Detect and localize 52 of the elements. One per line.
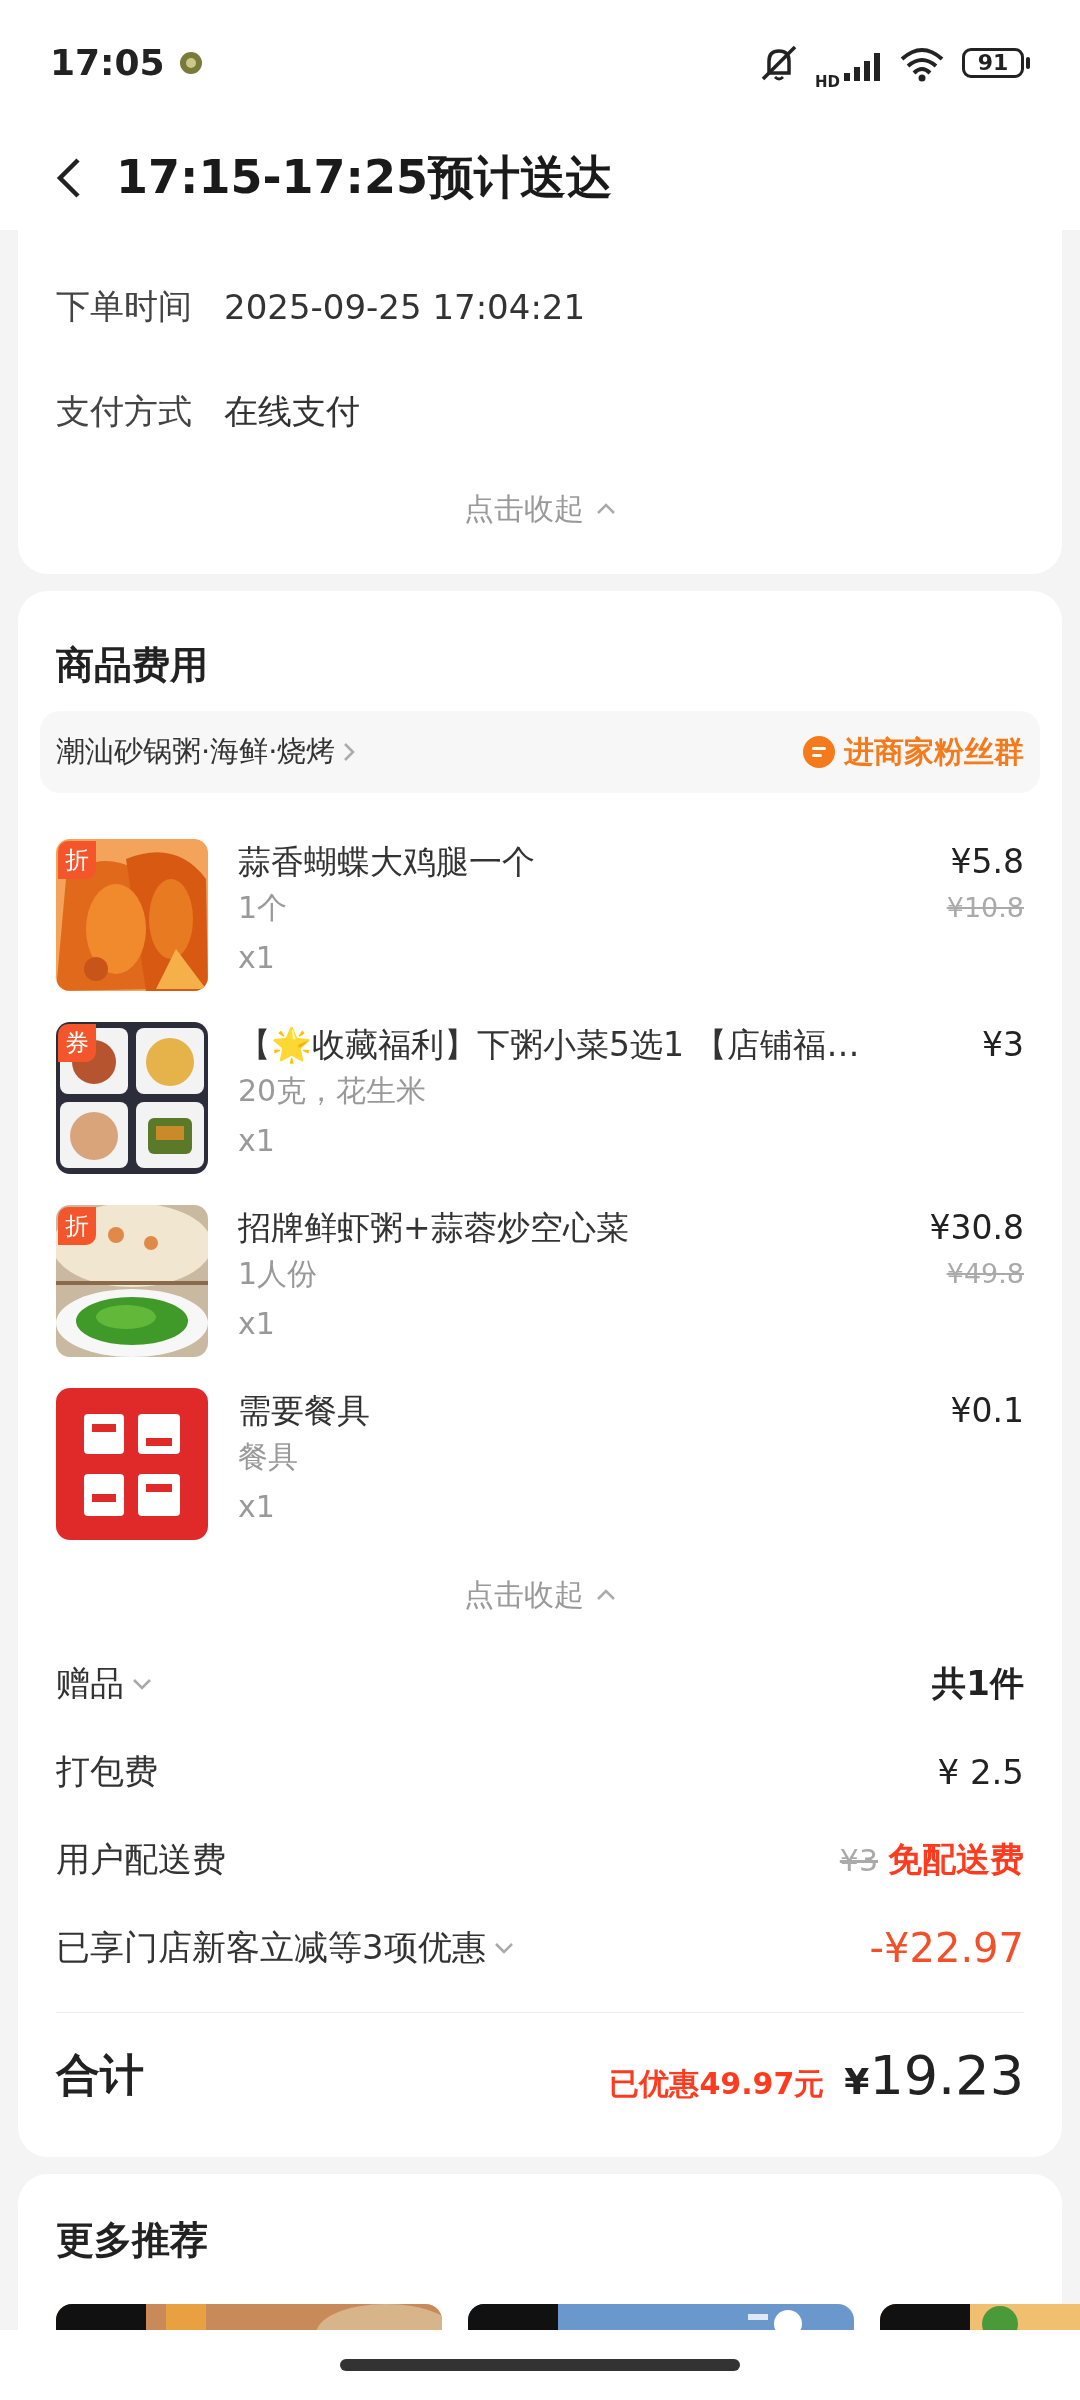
info-label: 支付方式 [56,389,192,433]
chevron-right-icon [343,742,356,762]
item-price: ¥30.8 [929,1207,1024,1249]
page-title: 17:15-17:25预计送达 [116,148,612,206]
item-name: 蒜香蝴蝶大鸡腿一个 [238,841,536,883]
shop-link[interactable]: 潮汕砂锅粥·海鲜·烧烤 [56,732,356,772]
back-icon[interactable] [54,155,82,200]
item-quantity: x1 [238,1305,276,1343]
info-value: 2025-09-25 17:04:21 [224,286,586,327]
item-quantity: x1 [238,1122,276,1160]
chat-icon [802,735,836,769]
item-name: 【🌟收藏福利】下粥小菜5选1 【店铺福… [238,1024,861,1066]
info-label: 下单时间 [56,284,192,328]
discount-badge: 券 [58,1024,96,1062]
original-fee: ¥3 [839,1842,878,1878]
item-price: ¥0.1 [950,1390,1024,1432]
discount-badge: 折 [58,1207,96,1245]
fee-label[interactable]: 赠品 [56,1661,124,1707]
fee-value: ¥ 2.5 [937,1752,1024,1792]
chevron-down-icon [493,1942,514,1954]
discount-badge: 折 [58,841,96,879]
fee-value: 共1件 [932,1662,1024,1705]
fee-label: 打包费 [56,1750,158,1793]
item-price: ¥3 [982,1024,1024,1066]
status-time: 17:05 [50,42,165,83]
currency-sign: ¥ [844,2060,870,2102]
fee-label: 用户配送费 [56,1838,226,1881]
item-spec: 1人份 [238,1255,319,1293]
item-spec: 餐具 [238,1438,299,1476]
item-quantity: x1 [238,939,276,977]
total-label: 合计 [56,2047,144,2102]
total-amount: 19.23 [869,2043,1024,2107]
app-notification-icon [178,50,203,75]
section-title: 更多推荐 [56,2216,209,2264]
section-title: 商品费用 [56,641,209,689]
chevron-up-icon [596,503,616,515]
fee-value: 免配送费 [888,1838,1024,1881]
item-spec: 1个 [238,889,289,927]
chevron-down-icon [132,1678,152,1690]
network-type: HD [815,72,840,91]
original-price: ¥10.8 [946,891,1024,925]
item-spec: 20克，花生米 [238,1072,428,1110]
item-price: ¥5.8 [950,841,1024,883]
item-quantity: x1 [238,1488,276,1526]
fee-label[interactable]: 已享门店新客立减等3项优惠 [56,1925,486,1971]
discount-value: -¥22.97 [869,1925,1024,1971]
info-value: 在线支付 [224,389,360,433]
item-name: 需要餐具 [238,1390,371,1432]
chevron-up-icon [596,1589,616,1601]
savings-text: 已优惠49.97元 [609,2064,825,2103]
original-price: ¥49.8 [946,1257,1024,1291]
item-name: 招牌鲜虾粥+蒜蓉炒空心菜 [238,1207,630,1249]
